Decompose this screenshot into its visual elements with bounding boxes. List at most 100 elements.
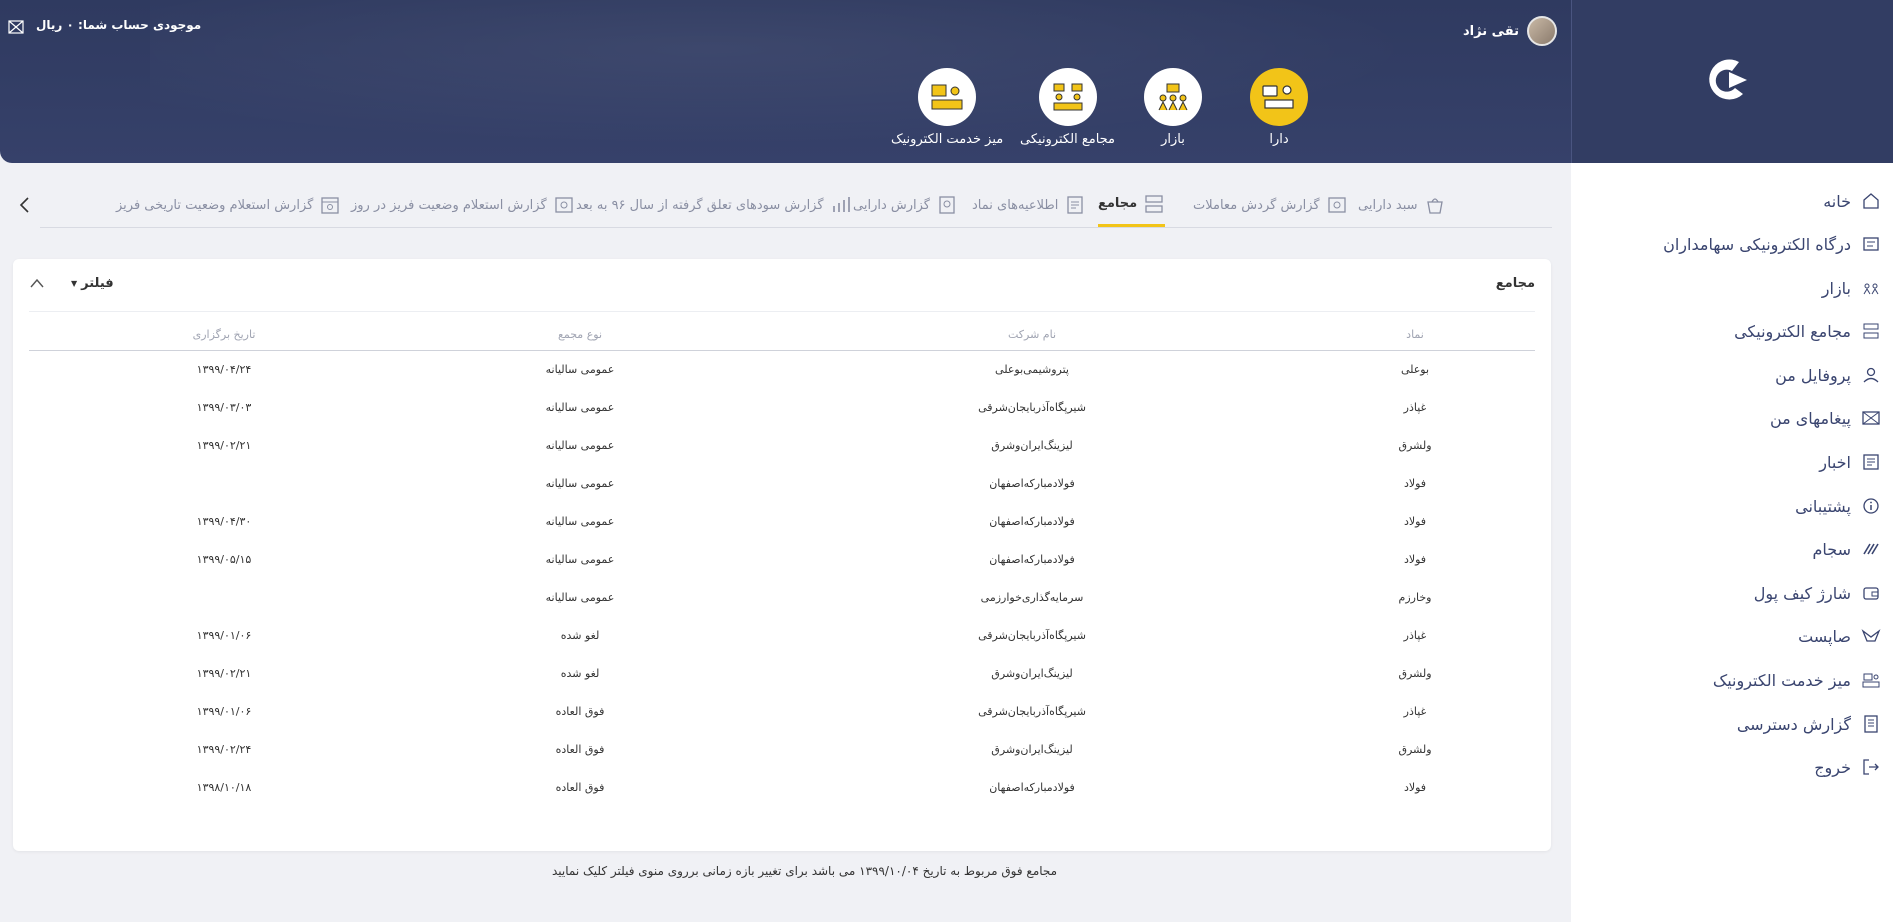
cell-company: شیرپگاه‌آذربایجان‌شرقی	[978, 629, 1086, 642]
sidebar-item-assemblies[interactable]: مجامع الکترونیکی	[1734, 316, 1881, 346]
avatar[interactable]	[1527, 16, 1557, 46]
desk-person-icon	[1262, 85, 1294, 109]
tab-freeze-daily-report[interactable]: گزارش استعلام وضعیت فریز در روز	[351, 183, 575, 227]
sidebar-item-label: خروج	[1814, 757, 1851, 777]
tab-dividends-report[interactable]: گزارش سودهای تعلق گرفته از سال ۹۶ به بعد	[576, 183, 852, 227]
table-row[interactable]: فولاد فولادمبارکه‌اصفهان عمومی سالیانه	[29, 465, 1535, 503]
tab-freeze-history-report[interactable]: گزارش استعلام وضعیت تاریخی فریز	[116, 183, 341, 227]
chevron-up-icon[interactable]	[29, 277, 45, 289]
filter-dropdown[interactable]: فیلتر ▼	[71, 276, 114, 291]
cell-date: ۱۳۹۹/۰۲/۲۴	[196, 743, 252, 756]
user-profile[interactable]: تقی نژاد	[1463, 16, 1557, 46]
report-icon	[1864, 715, 1878, 733]
sidebar-item-label: درگاه الکترونیکی سهامداران	[1663, 234, 1851, 254]
topnav-dara[interactable]: دارا	[1250, 68, 1308, 147]
sidebar-item-label: بازار	[1821, 278, 1851, 298]
sidebar-item-profile[interactable]: پروفایل من	[1775, 360, 1881, 390]
topnav-assemblies[interactable]: مجامع الکترونیکی	[1020, 68, 1115, 147]
sidebar-item-logout[interactable]: خروج	[1814, 752, 1881, 782]
sidebar-item-label: اخبار	[1819, 452, 1851, 472]
app-logo-icon[interactable]	[1699, 52, 1755, 108]
assembly-icon	[1145, 194, 1163, 213]
tab-label: گزارش گردش معاملات	[1193, 197, 1320, 213]
sidebar-item-support[interactable]: پشتیبانی	[1795, 491, 1881, 521]
table-row[interactable]: بوعلی پتروشیمی‌بوعلی عمومی سالیانه ۱۳۹۹/۰۴/…	[29, 351, 1535, 389]
sidebar-item-label: پروفایل من	[1775, 365, 1851, 385]
table-row[interactable]: فولاد فولادمبارکه‌اصفهان عمومی سالیانه ۱۳۹۹…	[29, 541, 1535, 579]
assembly-icon	[1863, 323, 1879, 339]
service-desk-icon	[931, 84, 963, 110]
table-row[interactable]: غپاذر شیرپگاه‌آذربایجان‌شرقی عمومی سالیانه…	[29, 389, 1535, 427]
table-row[interactable]: غپاذر شیرپگاه‌آذربایجان‌شرقی فوق العاده ۱۳۹…	[29, 693, 1535, 731]
sidebar-item-sapost[interactable]: صاپست	[1798, 621, 1881, 651]
sidebar-item-label: صاپست	[1798, 626, 1851, 646]
cell-company: شیرپگاه‌آذربایجان‌شرقی	[978, 705, 1086, 718]
table-row[interactable]: وخارزم سرمایه‌گذاری‌خوارزمی عمومی سالیانه	[29, 579, 1535, 617]
cell-type: عمومی سالیانه	[545, 591, 615, 604]
info-icon	[1863, 498, 1879, 514]
sidebar-item-home[interactable]: خانه	[1823, 186, 1881, 216]
topnav-service-desk[interactable]: میز خدمت الکترونیک	[891, 68, 1003, 147]
cell-symbol: غپاذر	[1403, 705, 1427, 718]
cell-type: عمومی سالیانه	[545, 439, 615, 452]
cell-type: عمومی سالیانه	[545, 363, 615, 376]
cell-date: ۱۳۹۹/۰۲/۲۱	[196, 667, 252, 680]
percent-chart-icon	[832, 197, 850, 212]
tab-label: مجامع	[1098, 196, 1138, 211]
freeze-icon	[555, 197, 573, 213]
sidebar-item-news[interactable]: اخبار	[1819, 447, 1881, 477]
assembly-icon	[1053, 83, 1083, 111]
cell-company: لیزینگ‌ایران‌وشرق	[991, 439, 1073, 452]
topnav-bazar[interactable]: بازار	[1144, 68, 1202, 147]
sapost-icon	[1861, 629, 1881, 642]
column-header-date: تاریخ برگزاری	[192, 328, 256, 341]
cell-symbol: فولاد	[1403, 515, 1427, 528]
sejam-icon	[1863, 543, 1879, 555]
wallet-icon	[1863, 587, 1879, 600]
cell-type: عمومی سالیانه	[545, 477, 615, 490]
divider	[29, 311, 1535, 312]
cell-symbol: ولشرق	[1398, 743, 1432, 756]
cell-company: لیزینگ‌ایران‌وشرق	[991, 667, 1073, 680]
table-row[interactable]: ولشرق لیزینگ‌ایران‌وشرق عمومی سالیانه ۱۳۹۹/…	[29, 427, 1535, 465]
sidebar-item-messages[interactable]: پیغامهای من	[1770, 403, 1881, 433]
cell-symbol: وخارزم	[1398, 591, 1432, 604]
card-title: مجامع	[1495, 276, 1535, 291]
tab-symbol-notices[interactable]: اطلاعیه‌های نماد	[972, 183, 1086, 227]
chevron-left-icon[interactable]	[18, 196, 32, 214]
sidebar-item-access-report[interactable]: گزارش دسترسی	[1737, 709, 1881, 739]
mail-close-icon[interactable]	[8, 20, 24, 34]
table-row[interactable]: ولشرق لیزینگ‌ایران‌وشرق فوق العاده ۱۳۹۹/۰۲/…	[29, 731, 1535, 769]
sidebar-item-label: گزارش دسترسی	[1736, 714, 1851, 734]
sidebar-item-wallet[interactable]: شارژ کیف پول	[1754, 578, 1881, 608]
market-people-icon	[1158, 83, 1188, 111]
tab-transactions-report[interactable]: گزارش گردش معاملات	[1193, 183, 1348, 227]
sidebar-item-service-desk[interactable]: میز خدمت الکترونیک	[1713, 665, 1881, 695]
mail-icon	[1862, 411, 1880, 425]
table-row[interactable]: ولشرق لیزینگ‌ایران‌وشرق لغو شده ۱۳۹۹/۰۲/۲۱	[29, 655, 1535, 693]
table-row[interactable]: فولاد فولادمبارکه‌اصفهان عمومی سالیانه ۱۳۹۹…	[29, 503, 1535, 541]
cell-symbol: ولشرق	[1398, 667, 1432, 680]
logo-panel	[1571, 0, 1893, 163]
cell-date: ۱۳۹۹/۰۴/۳۰	[196, 515, 252, 528]
assemblies-card: مجامع فیلتر ▼ نماد نام شرکت نوع مجمع تار…	[13, 259, 1551, 851]
cell-type: فوق العاده	[555, 781, 605, 794]
cell-type: لغو شده	[560, 629, 600, 642]
tab-assemblies[interactable]: مجامع	[1098, 183, 1166, 227]
sidebar-item-portal[interactable]: درگاه الکترونیکی سهامداران	[1663, 229, 1881, 259]
transactions-icon	[1327, 197, 1346, 213]
tab-label: گزارش استعلام وضعیت فریز در روز	[351, 197, 547, 213]
cell-symbol: فولاد	[1403, 477, 1427, 490]
filter-label: فیلتر	[81, 276, 114, 291]
sidebar-item-market[interactable]: بازار	[1822, 273, 1881, 303]
table-row[interactable]: فولاد فولادمبارکه‌اصفهان فوق العاده ۱۳۹۸/۱۰…	[29, 769, 1535, 807]
cell-company: فولادمبارکه‌اصفهان	[989, 515, 1075, 528]
tab-asset-report[interactable]: گزارش دارایی	[853, 183, 958, 227]
tab-portfolio[interactable]: سبد دارایی	[1358, 183, 1446, 227]
tab-label: گزارش دارایی	[853, 197, 930, 213]
news-icon	[1863, 454, 1879, 470]
top-header: تقی نژاد موجودی حساب شما: ۰ ریال دارا با…	[0, 0, 1893, 163]
cell-type: فوق العاده	[555, 705, 605, 718]
sidebar-item-sejam[interactable]: سجام	[1812, 534, 1881, 564]
table-row[interactable]: غپاذر شیرپگاه‌آذربایجان‌شرقی لغو شده ۱۳۹۹/۰…	[29, 617, 1535, 655]
